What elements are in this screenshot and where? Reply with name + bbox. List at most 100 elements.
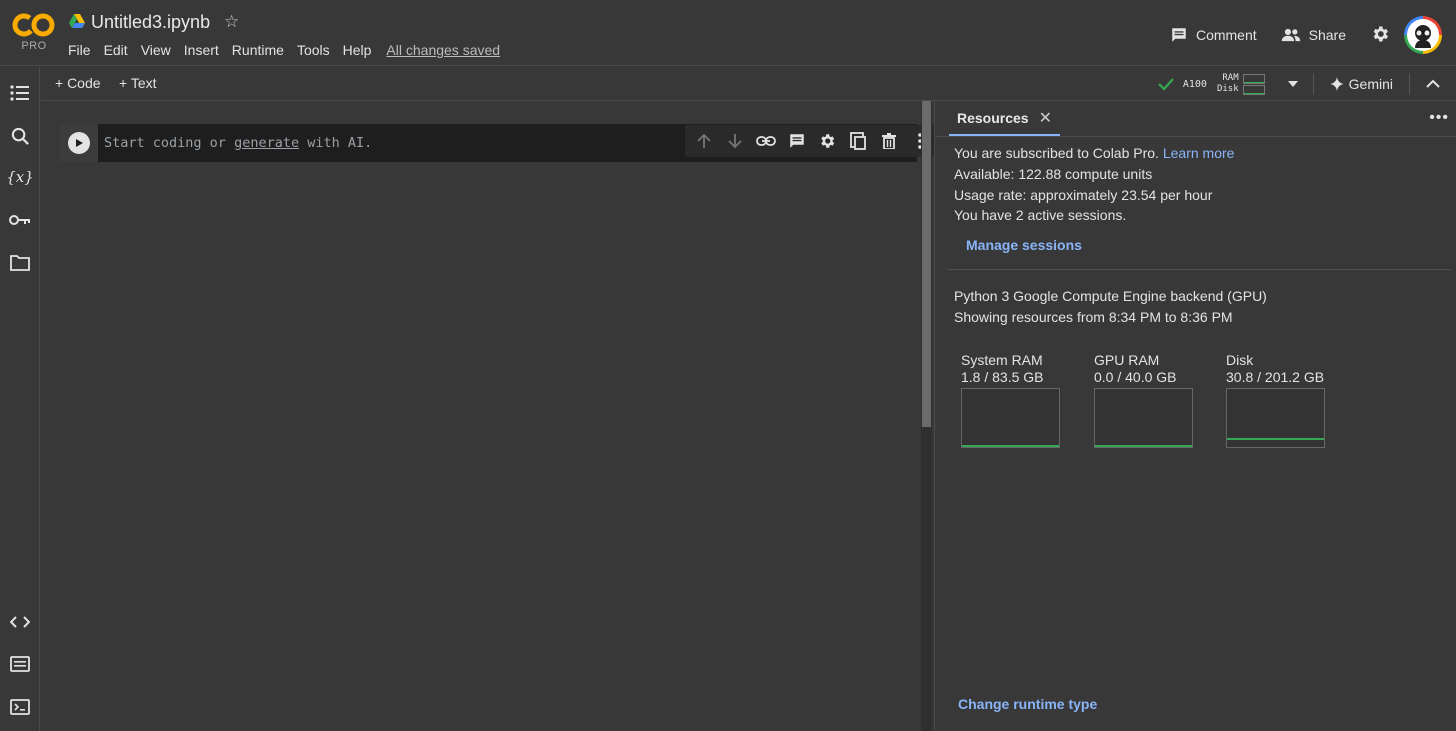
menu-view[interactable]: View xyxy=(141,42,171,58)
disk-gauge: Disk 30.8 / 201.2 GB xyxy=(1226,352,1326,448)
cell-placeholder[interactable]: Start coding or generate with AI. xyxy=(104,135,372,151)
settings-gear-icon[interactable] xyxy=(1370,24,1390,47)
mirror-cell-in-tab-icon[interactable] xyxy=(843,125,874,157)
terminal-icon[interactable] xyxy=(9,696,31,718)
close-tab-icon[interactable]: ✕ xyxy=(1039,108,1052,128)
colab-logo[interactable]: PRO xyxy=(12,12,56,56)
collapse-header-chevron-up-icon[interactable] xyxy=(1426,79,1440,89)
left-sidebar: {𝑥} xyxy=(0,67,40,731)
run-cell-button[interactable] xyxy=(68,132,90,154)
colab-logo-icon xyxy=(12,13,55,37)
share-people-icon xyxy=(1281,28,1300,42)
runtime-resource-indicator[interactable]: A100 RAM Disk xyxy=(1157,73,1299,95)
learn-more-link[interactable]: Learn more xyxy=(1163,145,1235,161)
delete-cell-trash-icon[interactable] xyxy=(874,125,905,157)
header: PRO Untitled3.ipynb ☆ File Edit View Ins… xyxy=(0,0,1456,66)
disk-value: 30.8 / 201.2 GB xyxy=(1226,369,1325,385)
menu-runtime[interactable]: Runtime xyxy=(232,42,284,58)
notebook-title[interactable]: Untitled3.ipynb xyxy=(91,12,210,33)
gpu-ram-gauge: GPU RAM 0.0 / 40.0 GB xyxy=(1094,352,1194,448)
pro-label: PRO xyxy=(21,40,47,52)
tab-resources-label: Resources xyxy=(957,109,1029,126)
disk-graph xyxy=(1226,388,1325,448)
gemini-label: Gemini xyxy=(1348,76,1393,92)
star-icon[interactable]: ☆ xyxy=(224,12,239,32)
available-units: Available: 122.88 compute units xyxy=(954,166,1153,182)
backend-description: Python 3 Google Compute Engine backend (… xyxy=(954,288,1267,304)
menu-tools[interactable]: Tools xyxy=(297,42,330,58)
cell-settings-gear-icon[interactable] xyxy=(812,125,843,157)
resources-time-range: Showing resources from 8:34 PM to 8:36 P… xyxy=(954,309,1233,325)
secrets-key-icon[interactable] xyxy=(9,209,31,231)
notebook-editor: Start coding or generate with AI. xyxy=(41,101,935,731)
system-ram-label: System RAM xyxy=(961,352,1043,368)
change-runtime-type-link[interactable]: Change runtime type xyxy=(958,696,1097,712)
disk-mini-label: Disk xyxy=(1216,84,1239,94)
system-ram-value: 1.8 / 83.5 GB xyxy=(961,369,1044,385)
active-sessions: You have 2 active sessions. xyxy=(954,207,1127,223)
disk-fill xyxy=(1227,438,1324,440)
header-actions: Comment Share xyxy=(1170,16,1456,54)
ram-mini-label: RAM xyxy=(1222,73,1239,83)
gemini-button[interactable]: Gemini xyxy=(1329,76,1393,92)
variables-icon[interactable]: {𝑥} xyxy=(6,166,34,188)
search-icon[interactable] xyxy=(9,125,31,147)
ram-mini-bar xyxy=(1242,73,1265,84)
ram-disk-mini-gauges: RAM Disk xyxy=(1217,73,1265,95)
system-ram-graph xyxy=(961,388,1060,448)
code-cell[interactable]: Start coding or generate with AI. xyxy=(60,124,935,162)
add-code-cell-button[interactable]: + Code xyxy=(55,75,101,91)
menu-bar: File Edit View Insert Runtime Tools Help… xyxy=(68,42,513,58)
gpu-ram-value: 0.0 / 40.0 GB xyxy=(1094,369,1177,385)
move-cell-up-icon[interactable] xyxy=(689,125,720,157)
cell-run-gutter xyxy=(60,124,98,162)
usage-rate: Usage rate: approximately 23.54 per hour xyxy=(954,187,1213,203)
cell-toolbar xyxy=(685,125,935,157)
system-ram-fill xyxy=(962,445,1059,447)
share-button[interactable]: Share xyxy=(1281,26,1346,44)
move-cell-down-icon[interactable] xyxy=(720,125,751,157)
user-avatar[interactable] xyxy=(1404,16,1442,54)
menu-insert[interactable]: Insert xyxy=(184,42,219,58)
gpu-type-label: A100 xyxy=(1182,78,1207,90)
comment-button[interactable]: Comment xyxy=(1170,26,1257,44)
connected-check-icon xyxy=(1158,78,1174,91)
files-folder-icon[interactable] xyxy=(9,252,31,274)
menu-edit[interactable]: Edit xyxy=(104,42,128,58)
table-of-contents-icon[interactable] xyxy=(9,82,31,104)
avatar-face-icon xyxy=(1407,19,1439,51)
disk-mini-bar xyxy=(1242,84,1265,95)
resources-panel: Resources ✕ ••• You are subscribed to Co… xyxy=(934,101,1456,731)
menu-file[interactable]: File xyxy=(68,42,91,58)
menu-help[interactable]: Help xyxy=(343,42,372,58)
toolbar-divider xyxy=(1409,73,1410,95)
generate-link[interactable]: generate xyxy=(234,135,299,151)
manage-sessions-link[interactable]: Manage sessions xyxy=(966,237,1082,253)
gpu-ram-graph xyxy=(1094,388,1193,448)
gpu-ram-fill xyxy=(1095,445,1192,447)
comment-icon xyxy=(1172,28,1186,42)
code-snippets-icon[interactable] xyxy=(9,611,31,633)
subscription-text: You are subscribed to Colab Pro. Learn m… xyxy=(954,145,1234,161)
add-comment-icon[interactable] xyxy=(781,125,812,157)
disk-label: Disk xyxy=(1226,352,1254,368)
runtime-dropdown-icon[interactable] xyxy=(1287,80,1299,88)
share-label: Share xyxy=(1308,27,1346,43)
add-text-cell-button[interactable]: + Text xyxy=(119,75,157,91)
cell-placeholder-suffix: with AI. xyxy=(307,135,373,151)
save-status-link[interactable]: All changes saved xyxy=(386,42,500,58)
link-to-cell-icon[interactable] xyxy=(751,125,782,157)
editor-scrollbar[interactable] xyxy=(921,101,932,731)
gemini-sparkle-icon xyxy=(1329,77,1344,91)
google-drive-icon[interactable] xyxy=(69,14,85,28)
cell-placeholder-prefix: Start coding or xyxy=(104,135,226,151)
scrollbar-thumb[interactable] xyxy=(922,101,931,427)
runtime-controls: A100 RAM Disk Gemini xyxy=(1157,67,1456,101)
panel-more-options-icon[interactable]: ••• xyxy=(1429,109,1449,127)
tab-resources[interactable]: Resources ✕ xyxy=(949,101,1060,136)
notebook-toolbar: + Code + Text A100 RAM Disk Gemini xyxy=(41,67,1456,101)
command-palette-icon[interactable] xyxy=(9,653,31,675)
comment-label: Comment xyxy=(1195,27,1257,43)
subscription-status: You are subscribed to Colab Pro. xyxy=(954,145,1159,161)
gpu-ram-label: GPU RAM xyxy=(1094,352,1160,368)
